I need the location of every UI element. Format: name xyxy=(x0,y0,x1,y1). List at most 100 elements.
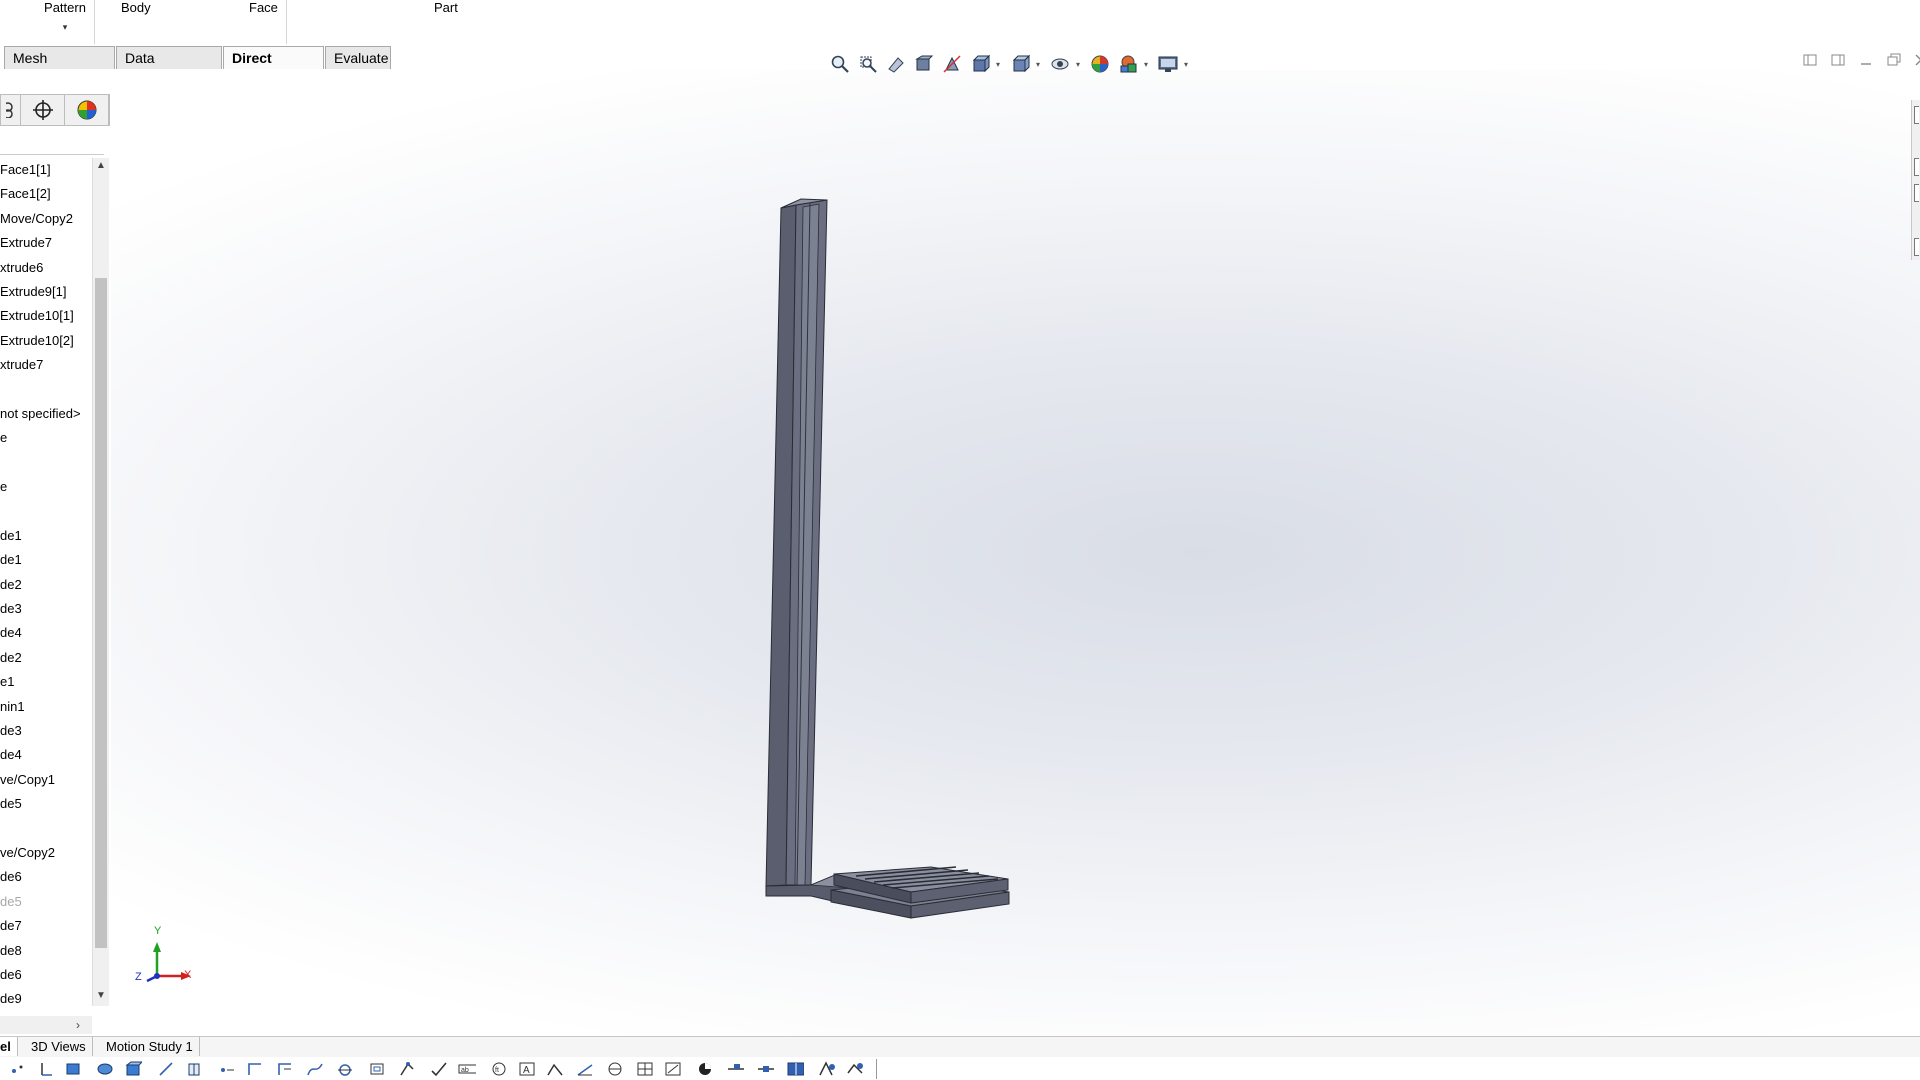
scrollbar-thumb[interactable] xyxy=(95,278,107,948)
display-style-icon[interactable] xyxy=(1008,52,1032,76)
tree-item[interactable]: Face1[1] xyxy=(0,158,92,182)
tree-item-suppressed[interactable]: de5 xyxy=(0,890,92,914)
scroll-right-icon[interactable]: › xyxy=(76,1018,80,1032)
view-orientation-icon[interactable] xyxy=(968,52,992,76)
slot-icon[interactable] xyxy=(276,1061,294,1077)
edit-appearance-icon[interactable] xyxy=(1088,52,1112,76)
tree-item[interactable]: de1 xyxy=(0,524,92,548)
pie-section-icon[interactable] xyxy=(696,1061,714,1077)
tree-item[interactable]: e1 xyxy=(0,670,92,694)
tree-item[interactable]: e xyxy=(0,426,92,450)
chevron-down-icon[interactable]: ▾ xyxy=(996,60,1004,69)
tree-item[interactable]: de9 xyxy=(0,987,92,1011)
chevron-down-icon[interactable]: ▾ xyxy=(36,22,94,33)
curve-icon[interactable] xyxy=(546,1061,564,1077)
close-icon[interactable] xyxy=(1914,52,1920,68)
task-pane-strip[interactable] xyxy=(1911,100,1920,260)
configuration-manager-icon[interactable] xyxy=(1,95,22,125)
tab-3d-views[interactable]: 3D Views xyxy=(25,1037,93,1056)
tree-item[interactable] xyxy=(0,451,92,475)
text-icon[interactable]: A xyxy=(518,1061,536,1077)
tree-item[interactable]: ve/Copy1 xyxy=(0,768,92,792)
chevron-down-icon[interactable]: ▾ xyxy=(1144,60,1152,69)
previous-window-icon[interactable] xyxy=(1802,52,1818,68)
task-pane-tab-icon[interactable] xyxy=(1914,238,1919,256)
tree-item[interactable] xyxy=(0,499,92,523)
tab-data-migration[interactable]: Data Migration xyxy=(116,46,222,89)
move-entity-icon[interactable] xyxy=(726,1061,744,1077)
tree-item[interactable]: xtrude6 xyxy=(0,256,92,280)
tree-vertical-scrollbar[interactable]: ▲ ▼ xyxy=(92,158,109,1006)
minimize-icon[interactable] xyxy=(1858,52,1874,68)
tree-item[interactable]: xtrude7 xyxy=(0,353,92,377)
tree-item[interactable]: de7 xyxy=(0,914,92,938)
revolve-icon[interactable] xyxy=(124,1061,142,1077)
line-icon[interactable] xyxy=(38,1061,56,1077)
extrude-icon[interactable] xyxy=(96,1061,114,1077)
view-settings-icon[interactable] xyxy=(1156,52,1180,76)
chevron-down-icon[interactable]: ▾ xyxy=(1184,60,1192,69)
tree-item[interactable]: de6 xyxy=(0,865,92,889)
smart-dimension-icon[interactable]: ab xyxy=(458,1061,476,1077)
chevron-down-icon[interactable]: ▾ xyxy=(1076,60,1084,69)
circle-icon[interactable] xyxy=(336,1061,354,1077)
hide-show-items-icon[interactable] xyxy=(1048,52,1072,76)
task-pane-tab-icon[interactable] xyxy=(1914,106,1919,124)
pattern-icon[interactable] xyxy=(818,1061,836,1077)
offset-icon[interactable] xyxy=(368,1061,386,1077)
rectangle-icon[interactable] xyxy=(64,1061,82,1077)
tab-evaluate[interactable]: Evaluate xyxy=(325,46,391,69)
zoom-to-area-icon[interactable] xyxy=(856,52,880,76)
tree-item[interactable] xyxy=(0,378,92,402)
display-relations-icon[interactable] xyxy=(606,1061,624,1077)
tree-filter-input[interactable] xyxy=(0,128,104,155)
measure-icon[interactable]: ft xyxy=(490,1061,508,1077)
tree-item[interactable]: de8 xyxy=(0,939,92,963)
previous-view-icon[interactable] xyxy=(884,52,908,76)
hole-icon[interactable] xyxy=(186,1061,204,1077)
tree-item[interactable]: de4 xyxy=(0,621,92,645)
pattern-group[interactable]: Pattern ▾ xyxy=(36,0,95,44)
tree-item[interactable]: de2 xyxy=(0,646,92,670)
next-window-icon[interactable] xyxy=(1830,52,1846,68)
tree-item[interactable]: de3 xyxy=(0,719,92,743)
tree-item[interactable]: Extrude10[2] xyxy=(0,329,92,353)
check-sketch-icon[interactable] xyxy=(430,1061,448,1077)
tree-item[interactable]: Extrude10[1] xyxy=(0,304,92,328)
mirror-icon[interactable] xyxy=(786,1061,804,1077)
part-model[interactable] xyxy=(111,70,1920,1036)
scroll-up-icon[interactable]: ▲ xyxy=(93,160,109,171)
body-group[interactable]: Body Face xyxy=(94,0,287,44)
task-pane-tab-icon[interactable] xyxy=(1914,158,1919,176)
corner-rectangle-icon[interactable] xyxy=(246,1061,264,1077)
tree-item[interactable]: de2 xyxy=(0,573,92,597)
apply-scene-icon[interactable] xyxy=(1116,52,1140,76)
tree-item[interactable]: de6 xyxy=(0,963,92,987)
scroll-down-icon[interactable]: ▼ xyxy=(93,990,109,1001)
tree-item[interactable]: de4 xyxy=(0,743,92,767)
relations-icon[interactable] xyxy=(576,1061,594,1077)
dynamic-annotation-icon[interactable] xyxy=(940,52,964,76)
tree-item[interactable]: de3 xyxy=(0,597,92,621)
convert-entities-icon[interactable] xyxy=(846,1061,864,1077)
grid-icon[interactable] xyxy=(636,1061,654,1077)
chevron-down-icon[interactable]: ▾ xyxy=(1036,60,1044,69)
trim-icon[interactable] xyxy=(398,1061,416,1077)
sketch-line-icon[interactable] xyxy=(158,1061,176,1077)
dimxpert-manager-icon[interactable] xyxy=(21,95,66,125)
tab-motion-study-1[interactable]: Motion Study 1 xyxy=(100,1037,200,1056)
tab-model[interactable]: el xyxy=(0,1037,18,1056)
tree-item[interactable]: Move/Copy2 xyxy=(0,207,92,231)
image-icon[interactable] xyxy=(664,1061,682,1077)
zoom-to-fit-icon[interactable] xyxy=(828,52,852,76)
display-manager-icon[interactable] xyxy=(65,95,109,125)
section-view-icon[interactable] xyxy=(912,52,936,76)
task-pane-tab-icon[interactable] xyxy=(1914,184,1919,202)
tree-item[interactable]: de5 xyxy=(0,792,92,816)
tree-item[interactable]: Extrude9[1] xyxy=(0,280,92,304)
graphics-area[interactable]: Y X Z xyxy=(111,70,1920,1036)
tree-horizontal-scrollbar[interactable]: › xyxy=(0,1016,92,1034)
tree-item[interactable] xyxy=(0,817,92,841)
tree-item[interactable]: nin1 xyxy=(0,695,92,719)
tree-item[interactable]: Extrude7 xyxy=(0,231,92,255)
